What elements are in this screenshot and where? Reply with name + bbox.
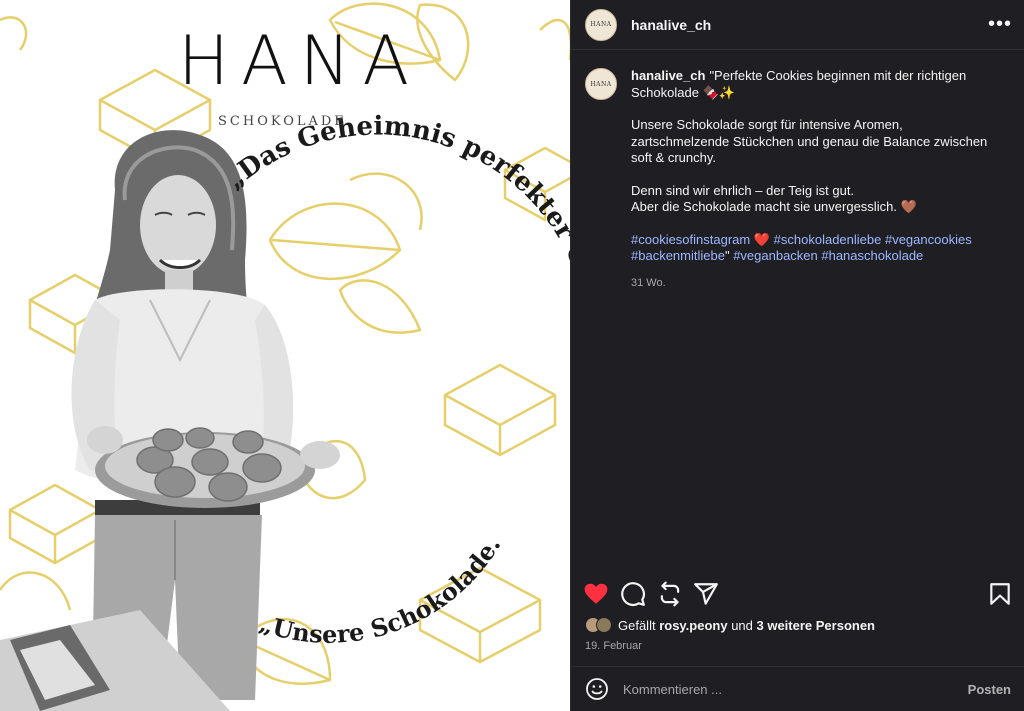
post-comment-button[interactable]: Posten xyxy=(968,682,1011,697)
avatar-text: HANA xyxy=(590,80,612,88)
brand-logo-name: HANA xyxy=(178,22,422,101)
liker-avatar xyxy=(596,617,612,633)
comment-icon[interactable] xyxy=(620,581,646,607)
hashtag-link[interactable]: #schokoladenliebe #vegancookies xyxy=(774,232,972,247)
comment-bar: Posten xyxy=(571,666,1024,711)
likes-text: Gefällt rosy.peony und 3 weitere Persone… xyxy=(618,618,875,633)
post-date[interactable]: 19. Februar xyxy=(585,640,642,652)
header-username[interactable]: hanalive_ch xyxy=(631,17,711,33)
caption-avatar[interactable]: HANA xyxy=(585,68,617,100)
heart-emoji: ❤️ xyxy=(750,231,774,247)
likes-prefix: Gefällt xyxy=(618,617,660,633)
caption: HANA hanalive_ch "Perfekte Cookies beginn… xyxy=(571,50,1024,291)
hashtag-link[interactable]: #veganbacken #hanaschokolade xyxy=(733,248,923,263)
caption-paragraph-3b: Aber die Schokolade macht sie unvergessl… xyxy=(631,199,917,214)
post-sidebar: HANA hanalive_ch ••• HANA hanalive_ch "Pe… xyxy=(570,0,1024,711)
action-bar xyxy=(571,578,1024,612)
bookmark-icon[interactable] xyxy=(987,581,1013,607)
emoji-icon[interactable] xyxy=(585,677,609,701)
caption-paragraph-2: Unsere Schokolade sorgt für intensive Ar… xyxy=(631,117,988,165)
hashtag-link[interactable]: #backenmitliebe xyxy=(631,248,725,263)
more-horizontal-icon[interactable]: ••• xyxy=(988,14,1012,34)
share-icon[interactable] xyxy=(693,581,719,607)
avatar-text: HANA xyxy=(590,21,612,28)
comment-input[interactable] xyxy=(623,681,968,697)
likes-summary[interactable]: Gefällt rosy.peony und 3 weitere Persone… xyxy=(585,617,875,633)
caption-hashtags: #cookiesofinstagram ❤️ #schokoladenliebe… xyxy=(631,232,1001,265)
hashtag-link[interactable]: #cookiesofinstagram xyxy=(631,232,750,247)
caption-username[interactable]: hanalive_ch xyxy=(631,68,705,83)
caption-paragraph-3: Denn sind wir ehrlich – der Teig ist gut… xyxy=(631,183,1001,216)
caption-paragraph-3a: Denn sind wir ehrlich – der Teig ist gut… xyxy=(631,182,855,198)
post-header: HANA hanalive_ch ••• xyxy=(571,0,1024,50)
avatar[interactable]: HANA xyxy=(585,8,617,41)
closing-quote: " xyxy=(724,248,734,263)
instagram-post: „Das Geheimnis perfekter Cookies? „Unser… xyxy=(0,0,1024,711)
caption-timestamp[interactable]: 31 Wo. xyxy=(631,275,1001,292)
heart-icon[interactable] xyxy=(583,581,609,607)
post-image[interactable]: „Das Geheimnis perfekter Cookies? „Unser… xyxy=(0,0,570,711)
liker-username[interactable]: rosy.peony xyxy=(659,618,727,633)
likes-middle: und xyxy=(727,617,757,633)
quote-curved-answer: „Unsere Schokolade. xyxy=(256,531,506,648)
caption-body: hanalive_ch "Perfekte Cookies beginnen mi… xyxy=(631,68,1001,291)
chocolate-pattern-illustration: „Das Geheimnis perfekter Cookies? „Unser… xyxy=(0,2,570,711)
likes-others[interactable]: 3 weitere Personen xyxy=(757,618,876,633)
brand-logo-subtitle: SCHOKOLADE xyxy=(218,114,347,129)
repost-icon[interactable] xyxy=(657,581,683,607)
